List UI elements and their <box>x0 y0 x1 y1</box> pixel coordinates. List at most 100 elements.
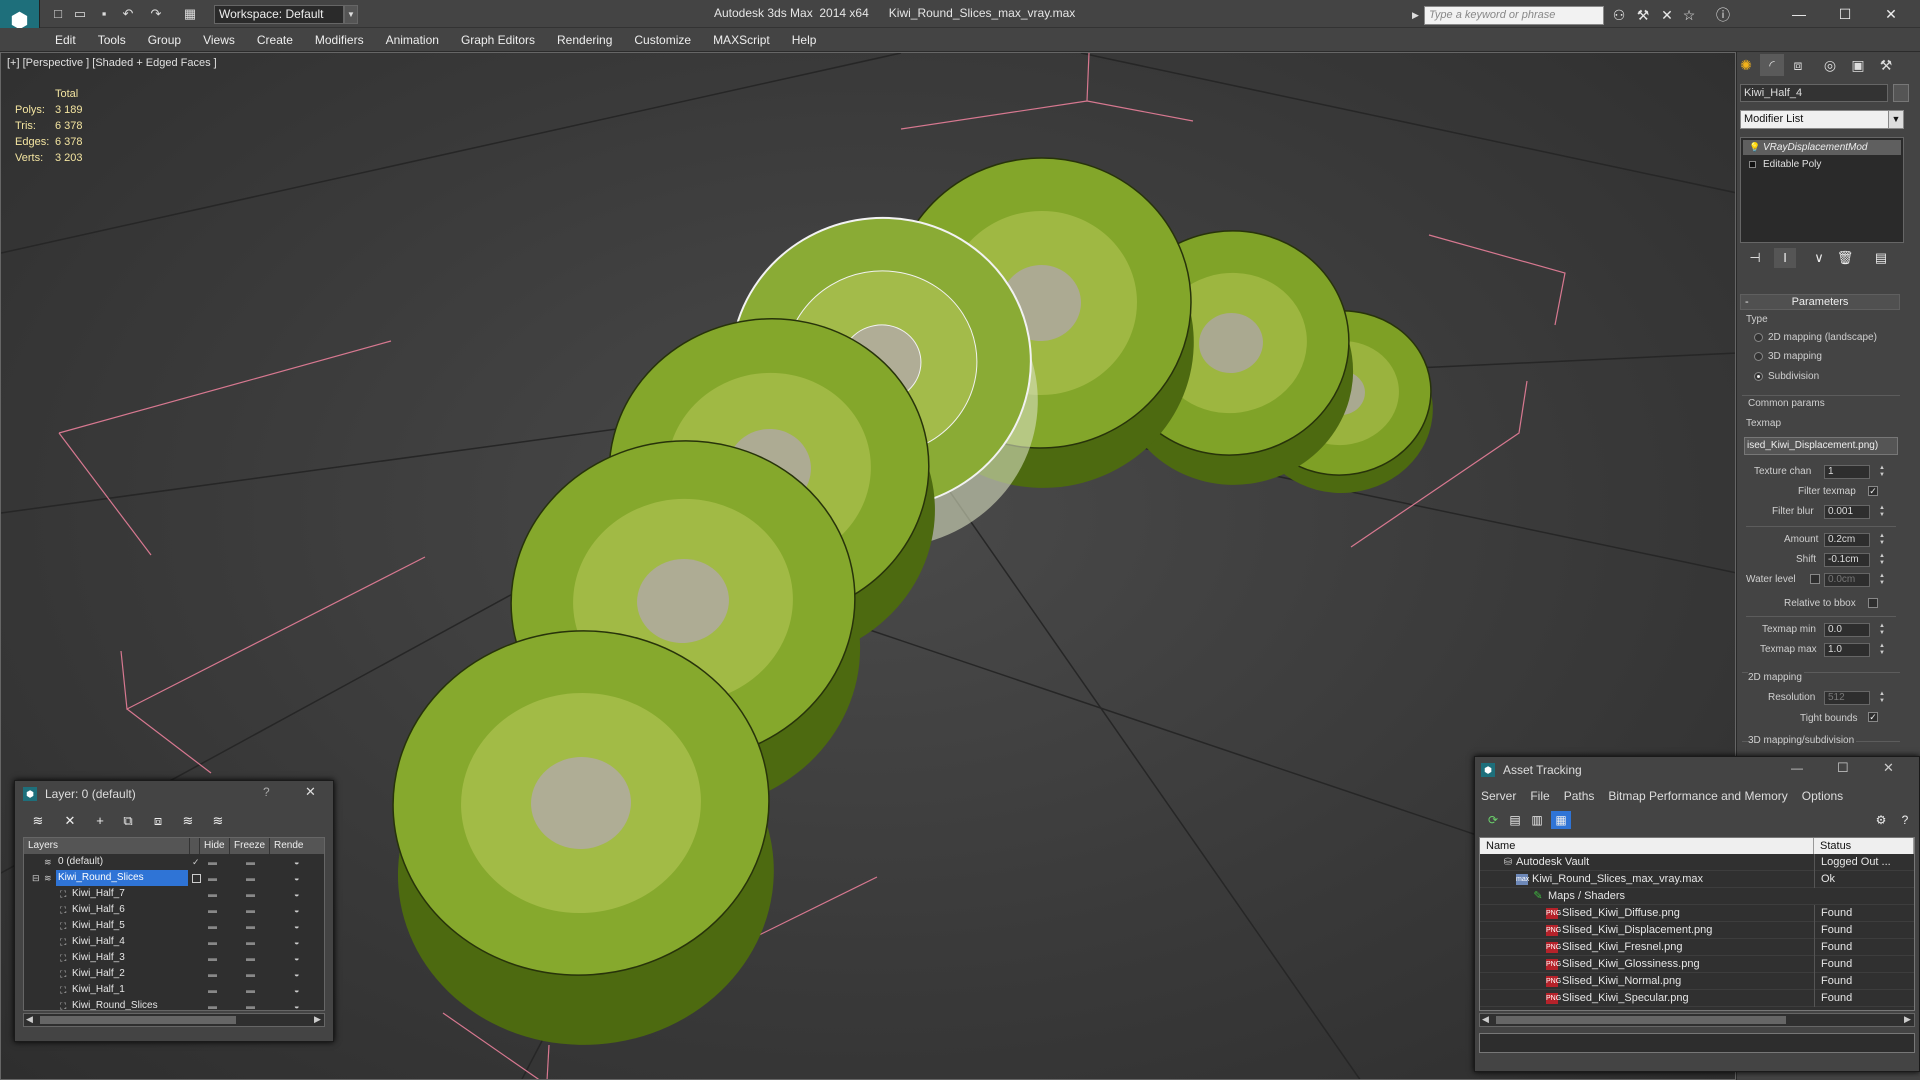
menu-graph-editors[interactable]: Graph Editors <box>450 28 546 51</box>
freeze-toggle[interactable]: ▬ <box>246 902 255 918</box>
display-tab-icon[interactable]: ▣ <box>1846 54 1870 76</box>
relative-bbox-checkbox[interactable] <box>1868 598 1878 608</box>
freeze-toggle[interactable]: ▬ <box>246 870 255 886</box>
delete-layer-icon[interactable]: ✕ <box>59 811 81 831</box>
hide-toggle[interactable]: ▬ <box>208 854 217 870</box>
hide-toggle[interactable]: ▬ <box>208 918 217 934</box>
menu-modifiers[interactable]: Modifiers <box>304 28 375 51</box>
create-layer-icon[interactable]: ≋ <box>27 811 49 831</box>
workspace-dropdown-arrow[interactable]: ▼ <box>344 5 358 24</box>
stack-item-editable-poly[interactable]: Editable Poly <box>1743 157 1901 172</box>
current-check-icon[interactable]: ✓ <box>192 854 200 870</box>
hide-toggle[interactable]: ▬ <box>208 870 217 886</box>
layer-row[interactable]: ⛶ Kiwi_Half_6 ▬ ▬ ◒ <box>24 902 324 918</box>
lightbulb-icon[interactable]: 💡 <box>1749 140 1760 155</box>
asset-row[interactable]: ✎ Maps / Shaders <box>1480 888 1914 905</box>
search-expand-icon[interactable]: ▶ <box>1412 6 1422 24</box>
freeze-toggle[interactable]: ▬ <box>246 998 255 1010</box>
show-end-result-icon[interactable]: I <box>1774 248 1796 268</box>
water-level-checkbox[interactable] <box>1810 574 1820 584</box>
freeze-all-icon[interactable]: ≋ <box>207 811 229 831</box>
subscription-icon[interactable]: ⚒ <box>1632 6 1654 24</box>
resolution-spinner[interactable]: 512 <box>1824 691 1870 705</box>
highlight-selected-icon[interactable]: ⧈ <box>147 811 169 831</box>
maximize-button[interactable]: ☐ <box>1822 2 1868 26</box>
tree-view-icon[interactable]: ▥ <box>1527 811 1547 829</box>
asset-menu-file[interactable]: File <box>1530 787 1563 805</box>
render-teapot-icon[interactable]: ◒ <box>294 998 299 1010</box>
freeze-toggle[interactable]: ▬ <box>246 854 255 870</box>
render-teapot-icon[interactable]: ◒ <box>294 966 299 982</box>
layer-row[interactable]: ⛶ Kiwi_Half_2 ▬ ▬ ◒ <box>24 966 324 982</box>
open-file-icon[interactable]: ▭ <box>70 5 90 23</box>
vault-help-icon[interactable]: ⚙ <box>1871 811 1891 829</box>
menu-rendering[interactable]: Rendering <box>546 28 623 51</box>
hide-toggle[interactable]: ▬ <box>208 950 217 966</box>
asset-row[interactable]: PNG Slised_Kiwi_Glossiness.png Found <box>1480 956 1914 973</box>
minimize-button[interactable]: — <box>1776 2 1822 26</box>
column-header-current[interactable] <box>190 838 200 854</box>
object-color-swatch[interactable] <box>1893 84 1909 102</box>
column-header-hide[interactable]: Hide <box>200 838 230 854</box>
column-header-status[interactable]: Status <box>1814 838 1914 854</box>
menu-animation[interactable]: Animation <box>375 28 450 51</box>
create-tab-icon[interactable]: ✺ <box>1734 54 1758 76</box>
spinner-arrows-icon[interactable]: ▲ ▼ <box>1878 533 1886 547</box>
utilities-tab-icon[interactable]: ⚒ <box>1874 54 1898 76</box>
menu-edit[interactable]: Edit <box>44 28 87 51</box>
asset-row[interactable]: PNG Slised_Kiwi_Diffuse.png Found <box>1480 905 1914 922</box>
undo-icon[interactable]: ↶ <box>118 5 138 23</box>
water-level-spinner[interactable]: 0.0cm <box>1824 573 1870 587</box>
column-header-layers[interactable]: Layers <box>24 838 190 854</box>
horizontal-scrollbar[interactable]: ◀ ▶ <box>1479 1013 1915 1027</box>
asset-row[interactable]: PNG Slised_Kiwi_Fresnel.png Found <box>1480 939 1914 956</box>
spinner-arrows-icon[interactable]: ▲ ▼ <box>1878 553 1886 567</box>
hierarchy-tab-icon[interactable]: ⧈ <box>1786 54 1810 76</box>
close-button[interactable]: ✕ <box>1868 2 1914 26</box>
spinner-arrows-icon[interactable]: ▲ ▼ <box>1878 573 1886 587</box>
menu-customize[interactable]: Customize <box>623 28 702 51</box>
freeze-toggle[interactable]: ▬ <box>246 886 255 902</box>
refresh-icon[interactable]: ⟳ <box>1483 811 1503 829</box>
spinner-arrows-icon[interactable]: ▲ ▼ <box>1878 643 1886 657</box>
layer-row[interactable]: ⊟ ≋ Kiwi_Round_Slices ▬ ▬ ◒ <box>24 870 324 886</box>
spinner-arrows-icon[interactable]: ▲ ▼ <box>1878 691 1886 705</box>
hide-all-icon[interactable]: ≋ <box>177 811 199 831</box>
column-header-name[interactable]: Name <box>1480 838 1814 854</box>
asset-row[interactable]: max Kiwi_Round_Slices_max_vray.max Ok <box>1480 871 1914 888</box>
layer-row[interactable]: ≋ 0 (default) ✓ ▬ ▬ ◒ <box>24 854 324 870</box>
freeze-toggle[interactable]: ▬ <box>246 982 255 998</box>
scroll-right-icon[interactable]: ▶ <box>1904 1014 1911 1025</box>
help-icon[interactable]: ? <box>263 785 270 799</box>
freeze-toggle[interactable]: ▬ <box>246 966 255 982</box>
asset-menu-paths[interactable]: Paths <box>1564 787 1609 805</box>
texture-chan-spinner[interactable]: 1 <box>1824 465 1870 479</box>
spinner-arrows-icon[interactable]: ▲ ▼ <box>1878 623 1886 637</box>
render-teapot-icon[interactable]: ◒ <box>294 886 299 902</box>
close-icon[interactable]: ✕ <box>1883 760 1894 776</box>
hide-toggle[interactable]: ▬ <box>208 902 217 918</box>
configure-modifier-sets-icon[interactable]: ▤ <box>1870 248 1892 268</box>
remove-modifier-icon[interactable]: 🗑 <box>1834 248 1856 268</box>
asset-menu-bitmap-performance[interactable]: Bitmap Performance and Memory <box>1608 787 1801 805</box>
viewport-label[interactable]: [+] [Perspective ] [Shaded + Edged Faces… <box>7 57 217 69</box>
hide-toggle[interactable]: ▬ <box>208 934 217 950</box>
select-in-layer-icon[interactable]: ⧉ <box>117 811 139 831</box>
render-teapot-icon[interactable]: ◒ <box>294 918 299 934</box>
amount-spinner[interactable]: 0.2cm <box>1824 533 1870 547</box>
close-icon[interactable]: ✕ <box>305 784 316 800</box>
scroll-left-icon[interactable]: ◀ <box>1482 1014 1489 1025</box>
add-to-layer-icon[interactable]: + <box>89 811 111 831</box>
stack-item-vraydisplacement[interactable]: 💡 VRayDisplacementMod <box>1743 140 1901 155</box>
menu-help[interactable]: Help <box>781 28 828 51</box>
filter-texmap-checkbox[interactable]: ✓ <box>1868 486 1878 496</box>
layer-row[interactable]: ⛶ Kiwi_Round_Slices ▬ ▬ ◒ <box>24 998 324 1010</box>
hide-toggle[interactable]: ▬ <box>208 998 217 1010</box>
freeze-toggle[interactable]: ▬ <box>246 918 255 934</box>
radio-2d-mapping[interactable] <box>1754 333 1763 342</box>
asset-row[interactable]: PNG Slised_Kiwi_Normal.png Found <box>1480 973 1914 990</box>
menu-group[interactable]: Group <box>137 28 192 51</box>
scroll-left-icon[interactable]: ◀ <box>26 1014 33 1025</box>
pin-stack-icon[interactable]: ⊣ <box>1744 248 1766 268</box>
project-folder-icon[interactable]: ▦ <box>180 5 200 23</box>
